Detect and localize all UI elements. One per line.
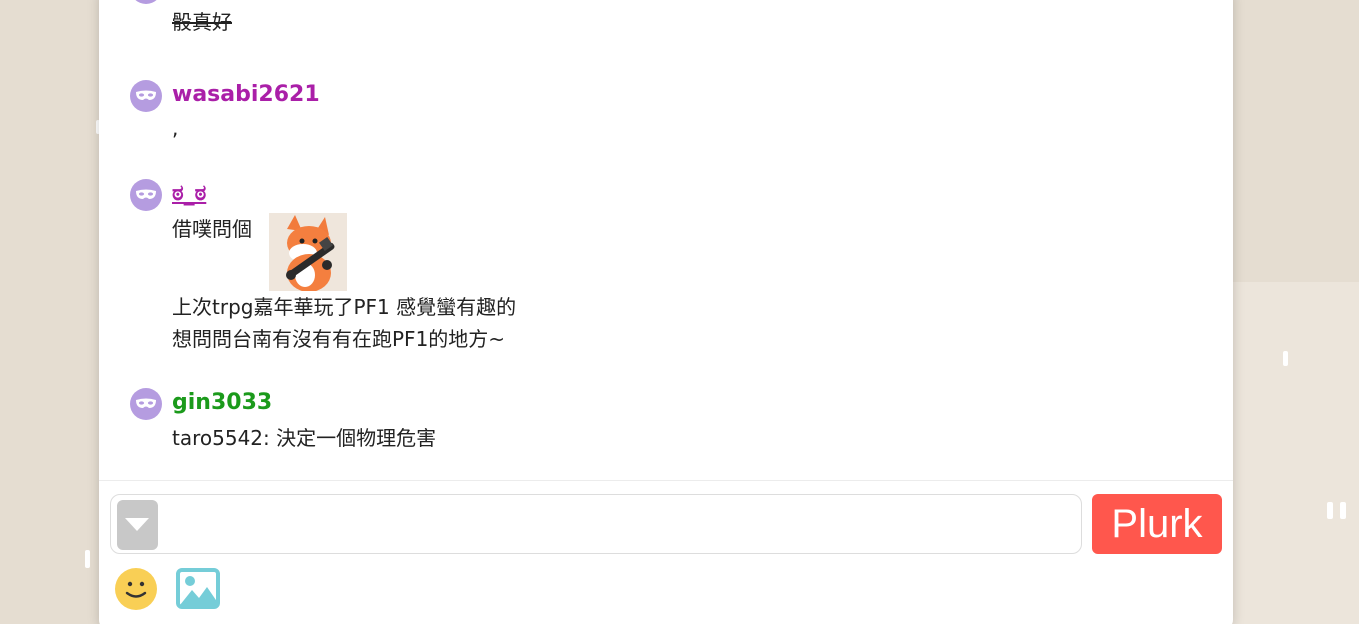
response-content: , — [172, 116, 179, 140]
user-name[interactable]: ಠ_ಠ — [172, 181, 206, 206]
background-band — [1233, 282, 1359, 624]
plurk-response-panel: snake5305 骰真好 wasabi2621 , — [99, 0, 1233, 624]
mask-icon — [136, 398, 156, 408]
avatar[interactable] — [130, 0, 162, 4]
mask-icon — [136, 189, 156, 199]
mask-icon — [136, 90, 156, 100]
qualifier-dropdown-button[interactable] — [117, 500, 158, 550]
plurk-submit-button[interactable]: Plurk — [1092, 494, 1222, 554]
image-icon[interactable] — [176, 568, 220, 613]
response-input[interactable] — [110, 494, 1082, 554]
response-content: 骰真好 — [172, 10, 232, 34]
response-content-line: 上次trpg嘉年華玩了PF1 感覺蠻有趣的 — [172, 295, 517, 319]
user-name[interactable]: gin3033 — [172, 390, 272, 415]
background-speck — [1340, 502, 1346, 519]
response-content-line: 想問問台南有沒有有在跑PF1的地方~ — [172, 327, 506, 351]
response-list[interactable]: snake5305 骰真好 wasabi2621 , — [99, 0, 1233, 481]
user-name[interactable]: wasabi2621 — [172, 82, 320, 107]
background-speck — [1283, 351, 1288, 366]
emoticon-icon[interactable] — [114, 567, 158, 615]
response-content: taro5542: 決定一個物理危害 — [172, 426, 437, 450]
avatar[interactable] — [130, 388, 162, 420]
response-content-line: 借噗問個 — [172, 217, 252, 241]
avatar[interactable] — [130, 179, 162, 211]
background-speck — [85, 550, 90, 568]
chevron-down-icon — [125, 518, 149, 531]
avatar[interactable] — [130, 80, 162, 112]
fox-sticker-image[interactable] — [269, 213, 347, 291]
background-speck — [1327, 502, 1333, 519]
